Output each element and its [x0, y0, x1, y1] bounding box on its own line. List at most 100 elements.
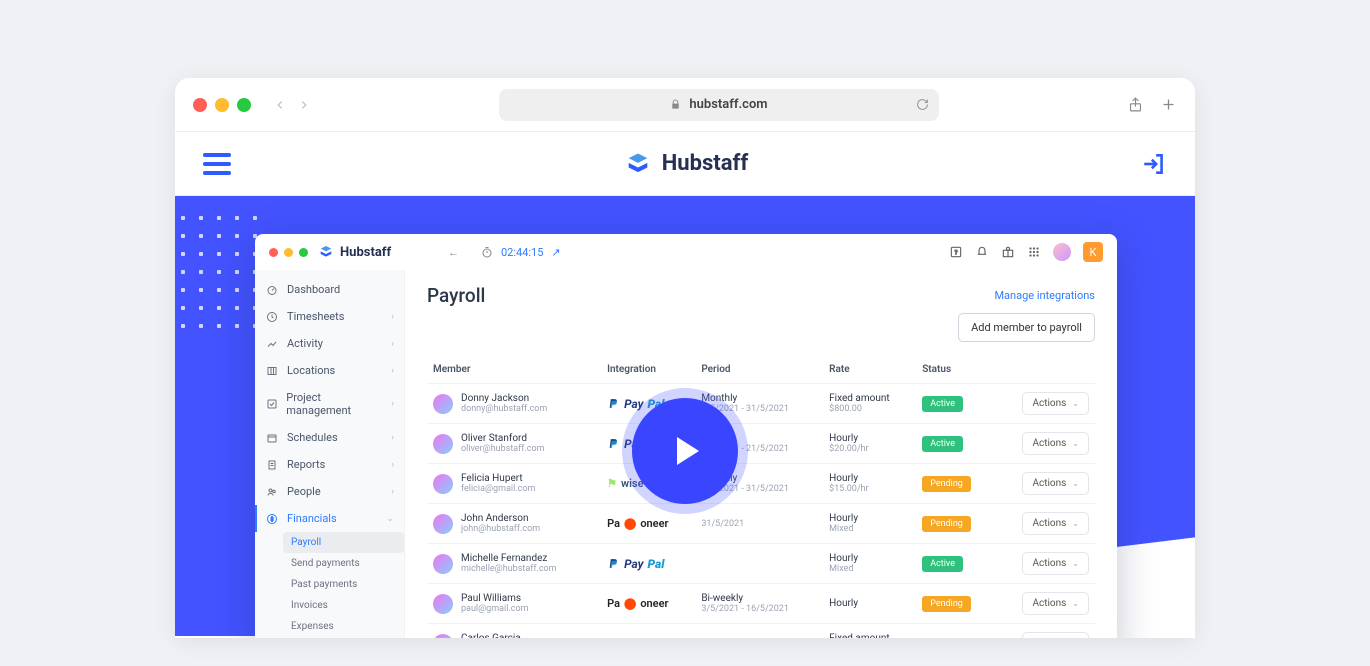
manage-integrations-link[interactable]: Manage integrations — [994, 289, 1095, 302]
sidebar-item-activity[interactable]: Activity› — [255, 330, 404, 357]
forward-button[interactable] — [297, 98, 311, 112]
calendar-icon — [265, 432, 279, 444]
member-name: Oliver Stanford — [461, 433, 545, 444]
member-name: John Anderson — [461, 513, 540, 524]
sidebar-item-timesheets[interactable]: Timesheets› — [255, 303, 404, 330]
table-row: Carlos Garciacarloca@gmail.com PayPalNo … — [427, 624, 1095, 639]
maximize-icon[interactable] — [237, 98, 251, 112]
sidebar-sub-past-payments[interactable]: Past payments — [283, 574, 404, 595]
sidebar-item-label: People — [287, 485, 321, 498]
window-controls[interactable] — [193, 98, 251, 112]
collapse-sidebar-icon[interactable]: ← — [448, 246, 459, 259]
bell-icon[interactable] — [975, 245, 989, 259]
sidebar-item-label: Financials — [287, 512, 337, 525]
member-name: Felicia Hupert — [461, 473, 535, 484]
menu-button[interactable] — [203, 153, 231, 175]
actions-button[interactable]: Actions ⌄ — [1022, 472, 1089, 495]
sidebar-item-settings-policies[interactable]: Settings & Policies› — [255, 637, 404, 638]
apps-icon[interactable] — [1027, 245, 1041, 259]
close-icon[interactable] — [193, 98, 207, 112]
dollar-icon: $ — [265, 513, 279, 525]
actions-button[interactable]: Actions ⌄ — [1022, 552, 1089, 575]
rate-type: Hourly — [829, 513, 910, 524]
add-member-button[interactable]: Add member to payroll — [958, 313, 1095, 342]
svg-text:$: $ — [270, 516, 273, 523]
map-icon — [265, 365, 279, 377]
actions-button[interactable]: Actions ⌄ — [1022, 392, 1089, 415]
payoneer-logo: Pa⬤oneer — [607, 517, 689, 530]
rate-type: Hourly — [829, 553, 910, 564]
sidebar-item-locations[interactable]: Locations › — [255, 357, 404, 384]
play-button[interactable] — [632, 398, 738, 504]
page-title: Payroll — [427, 284, 485, 307]
chevron-down-icon: ⌄ — [1072, 599, 1079, 608]
sidebar-item-label: Locations — [287, 364, 335, 377]
sidebar-sub-invoices[interactable]: Invoices — [283, 595, 404, 616]
period-value: Bi-weekly — [701, 593, 817, 604]
sidebar-item-project-management[interactable]: Project management› — [255, 384, 404, 424]
period-range: 3/5/2021 - 16/5/2021 — [701, 604, 817, 614]
popout-icon[interactable]: ↗ — [551, 246, 560, 259]
timer-widget[interactable]: 02:44:15 ↗ — [481, 246, 561, 259]
sidebar-sub-send-payments[interactable]: Send payments — [283, 553, 404, 574]
share-icon[interactable] — [1127, 96, 1144, 113]
rate-type: Fixed amount — [829, 393, 910, 404]
actions-button[interactable]: Actions ⌄ — [1022, 592, 1089, 615]
chevron-down-icon: ⌄ — [1072, 399, 1079, 408]
minimize-icon[interactable] — [215, 98, 229, 112]
sidebar-sub-expenses[interactable]: Expenses — [283, 616, 404, 637]
rate-type: Hourly — [829, 598, 910, 609]
chevron-down-icon: ⌄ — [1072, 479, 1079, 488]
member-name: Donny Jackson — [461, 393, 547, 404]
member-cell: Paul Williamspaul@gmail.com — [433, 593, 595, 614]
sidebar-item-dashboard[interactable]: Dashboard — [255, 276, 404, 303]
dashboard-icon — [265, 284, 279, 296]
sidebar-item-reports[interactable]: Reports› — [255, 451, 404, 478]
period-range: 31/5/2021 — [701, 519, 817, 529]
member-email: oliver@hubstaff.com — [461, 444, 545, 454]
chevron-icon: › — [391, 339, 394, 349]
app-brand: Hubstaff — [318, 244, 438, 260]
rate-type: Hourly — [829, 433, 910, 444]
back-button[interactable] — [273, 98, 287, 112]
new-tab-icon[interactable] — [1160, 96, 1177, 113]
avatar — [433, 634, 453, 639]
chevron-down-icon: ⌄ — [1072, 559, 1079, 568]
rate-value: $20.00/hr — [829, 444, 910, 454]
reload-icon[interactable] — [916, 98, 929, 111]
chevron-icon: › — [391, 366, 394, 376]
actions-button[interactable]: Actions ⌄ — [1022, 512, 1089, 535]
sidebar-item-financials[interactable]: $ Financials ⌄ — [255, 505, 404, 532]
member-cell: Donny Jacksondonny@hubstaff.com — [433, 393, 595, 414]
help-icon[interactable]: ? — [949, 245, 963, 259]
chevron-down-icon: ⌄ — [1072, 439, 1079, 448]
main-content: Payroll Manage integrations Add member t… — [405, 270, 1117, 638]
sidebar-item-schedules[interactable]: Schedules› — [255, 424, 404, 451]
stopwatch-icon — [481, 246, 493, 258]
avatar — [433, 474, 453, 494]
avatar — [433, 394, 453, 414]
rate-type: Fixed amount — [829, 633, 910, 638]
member-cell: Michelle Fernandezmichelle@hubstaff.com — [433, 553, 595, 574]
member-email: paul@gmail.com — [461, 604, 529, 614]
table-row: Felicia Hupertfelicia@gmail.com⚑wiseMont… — [427, 464, 1095, 504]
status-badge: Active — [922, 436, 963, 452]
actions-button[interactable]: Actions ⌄ — [1022, 432, 1089, 455]
column-header: Rate — [823, 356, 916, 384]
avatar[interactable] — [1053, 243, 1071, 261]
timer-value: 02:44:15 — [501, 246, 543, 259]
status-badge: Active — [922, 396, 963, 412]
doc-icon — [265, 459, 279, 471]
brand-logo[interactable]: Hubstaff — [624, 150, 749, 178]
status-badge: Pending — [922, 516, 971, 532]
actions-button[interactable]: Actions ⌄ — [1022, 632, 1089, 638]
org-badge[interactable]: K — [1083, 242, 1103, 262]
address-bar[interactable]: hubstaff.com — [499, 89, 939, 121]
gift-icon[interactable] — [1001, 245, 1015, 259]
sidebar-item-people[interactable]: People› — [255, 478, 404, 505]
sidebar: DashboardTimesheets›Activity› Locations › P… — [255, 270, 405, 638]
browser-window: hubstaff.com Hubstaff — [175, 78, 1195, 638]
login-icon[interactable] — [1141, 151, 1167, 177]
chevron-icon: ⌄ — [386, 514, 394, 524]
sidebar-sub-payroll[interactable]: Payroll — [283, 532, 404, 553]
